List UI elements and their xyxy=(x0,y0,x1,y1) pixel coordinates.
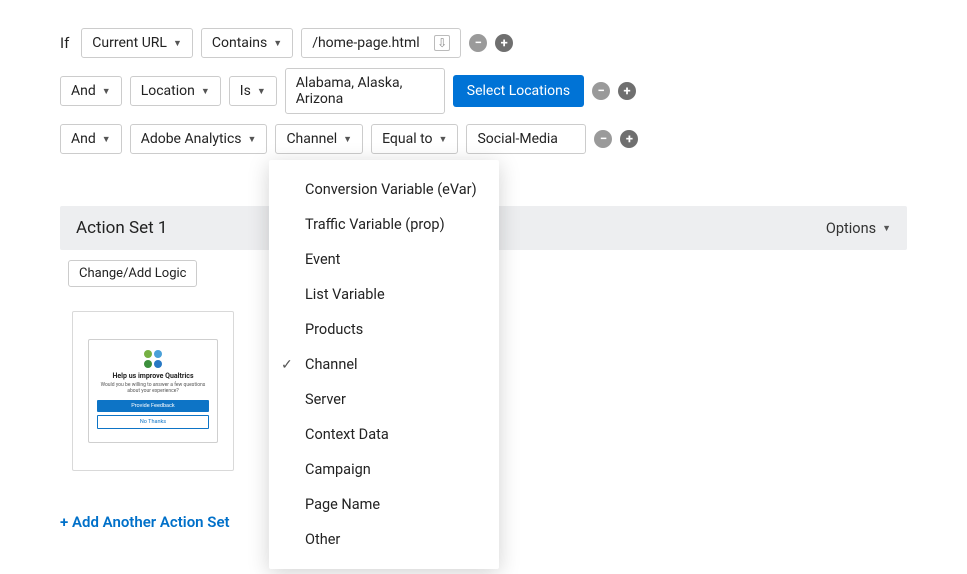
preview-secondary-button: No Thanks xyxy=(97,415,209,429)
value-input-url[interactable]: /home-page.html ⇩ xyxy=(301,28,461,58)
plus-icon: + xyxy=(60,513,68,531)
comparator-select-equal-to[interactable]: Equal to ▼ xyxy=(371,124,458,154)
chevron-down-icon: ▼ xyxy=(201,86,210,97)
dropdown-item-label: List Variable xyxy=(305,286,385,303)
rule-row-1: If Current URL ▼ Contains ▼ /home-page.h… xyxy=(60,28,907,58)
dropdown-item-label: Context Data xyxy=(305,426,389,443)
chevron-down-icon: ▼ xyxy=(102,134,111,145)
operator-select-contains[interactable]: Contains ▼ xyxy=(201,28,293,58)
chevron-down-icon: ▼ xyxy=(882,223,891,234)
dropdown-item[interactable]: ✓ Channel xyxy=(269,347,499,382)
variable-select-channel[interactable]: Channel ▼ xyxy=(275,124,363,154)
chevron-down-icon: ▼ xyxy=(273,38,282,49)
dropdown-item[interactable]: Campaign xyxy=(269,452,499,487)
logic-select-and[interactable]: And ▼ xyxy=(60,124,122,154)
dropdown-item[interactable]: Server xyxy=(269,382,499,417)
dropdown-item[interactable]: Traffic Variable (prop) xyxy=(269,207,499,242)
dropdown-item[interactable]: Other xyxy=(269,522,499,557)
operator-select-is[interactable]: Is ▼ xyxy=(229,76,277,106)
operator-select-label: Is xyxy=(240,83,251,99)
value-input-text: Social-Media xyxy=(477,131,557,147)
comparator-select-label: Equal to xyxy=(382,131,432,147)
add-condition-button[interactable]: + xyxy=(620,130,638,148)
change-add-logic-button[interactable]: Change/Add Logic xyxy=(68,260,197,287)
logic-select-label: And xyxy=(71,131,96,147)
value-input-locations[interactable]: Alabama, Alaska, Arizona xyxy=(285,68,445,114)
dropdown-item[interactable]: List Variable xyxy=(269,277,499,312)
add-condition-button[interactable]: + xyxy=(618,82,636,100)
remove-condition-button[interactable]: − xyxy=(594,130,612,148)
add-another-label: Add Another Action Set xyxy=(72,513,230,531)
field-select-label: Location xyxy=(141,83,195,99)
dropdown-item[interactable]: Products xyxy=(269,312,499,347)
add-condition-button[interactable]: + xyxy=(495,34,513,52)
dropdown-item-label: Traffic Variable (prop) xyxy=(305,216,445,233)
rule-row-3: And ▼ Adobe Analytics ▼ Channel ▼ Equal … xyxy=(60,124,907,154)
options-button[interactable]: Options ▼ xyxy=(826,220,891,237)
dropdown-item-label: Channel xyxy=(305,356,358,373)
field-select-location[interactable]: Location ▼ xyxy=(130,76,221,106)
preview-heading: Help us improve Qualtrics xyxy=(97,372,209,380)
logic-select-label: And xyxy=(71,83,96,99)
value-input-text: /home-page.html xyxy=(312,35,419,51)
dropdown-item[interactable]: Context Data xyxy=(269,417,499,452)
chevron-down-icon: ▼ xyxy=(102,86,111,97)
value-input-social[interactable]: Social-Media xyxy=(466,124,586,154)
field-select-current-url[interactable]: Current URL ▼ xyxy=(81,28,193,58)
dropdown-item-label: Conversion Variable (eVar) xyxy=(305,181,477,198)
source-select-label: Adobe Analytics xyxy=(141,131,242,147)
if-label: If xyxy=(60,34,69,52)
chevron-down-icon: ▼ xyxy=(343,134,352,145)
remove-condition-button[interactable]: − xyxy=(469,34,487,52)
source-select-adobe-analytics[interactable]: Adobe Analytics ▼ xyxy=(130,124,268,154)
dropdown-item[interactable]: Conversion Variable (eVar) xyxy=(269,172,499,207)
chevron-down-icon: ▼ xyxy=(439,134,448,145)
field-select-label: Current URL xyxy=(92,35,167,51)
variable-dropdown-menu: Conversion Variable (eVar) Traffic Variab… xyxy=(269,160,499,569)
dropdown-item-label: Server xyxy=(305,391,346,408)
operator-select-label: Contains xyxy=(212,35,267,51)
logic-select-and[interactable]: And ▼ xyxy=(60,76,122,106)
value-input-text: Alabama, Alaska, Arizona xyxy=(296,75,403,107)
dropdown-item-label: Campaign xyxy=(305,461,371,478)
clipboard-icon: ⇩ xyxy=(434,35,450,51)
options-label: Options xyxy=(826,220,876,237)
preview-subtext: Would you be willing to answer a few que… xyxy=(97,382,209,394)
rule-row-2: And ▼ Location ▼ Is ▼ Alabama, Alaska, A… xyxy=(60,68,907,114)
dropdown-item-label: Products xyxy=(305,321,363,338)
dropdown-item-label: Event xyxy=(305,251,340,268)
action-set-title: Action Set 1 xyxy=(76,218,167,238)
chevron-down-icon: ▼ xyxy=(257,86,266,97)
select-locations-button[interactable]: Select Locations xyxy=(453,75,584,107)
dropdown-item-label: Page Name xyxy=(305,496,380,513)
creative-preview-card: Help us improve Qualtrics Would you be w… xyxy=(88,339,218,443)
remove-condition-button[interactable]: − xyxy=(592,82,610,100)
chevron-down-icon: ▼ xyxy=(173,38,182,49)
creative-thumbnail[interactable]: Help us improve Qualtrics Would you be w… xyxy=(72,311,234,471)
dropdown-item[interactable]: Event xyxy=(269,242,499,277)
dropdown-item[interactable]: Page Name xyxy=(269,487,499,522)
chevron-down-icon: ▼ xyxy=(248,134,257,145)
variable-select-label: Channel xyxy=(286,131,337,147)
logo-icon xyxy=(142,350,164,368)
check-icon: ✓ xyxy=(281,357,293,373)
dropdown-item-label: Other xyxy=(305,531,340,548)
preview-primary-button: Provide Feedback xyxy=(97,400,209,412)
